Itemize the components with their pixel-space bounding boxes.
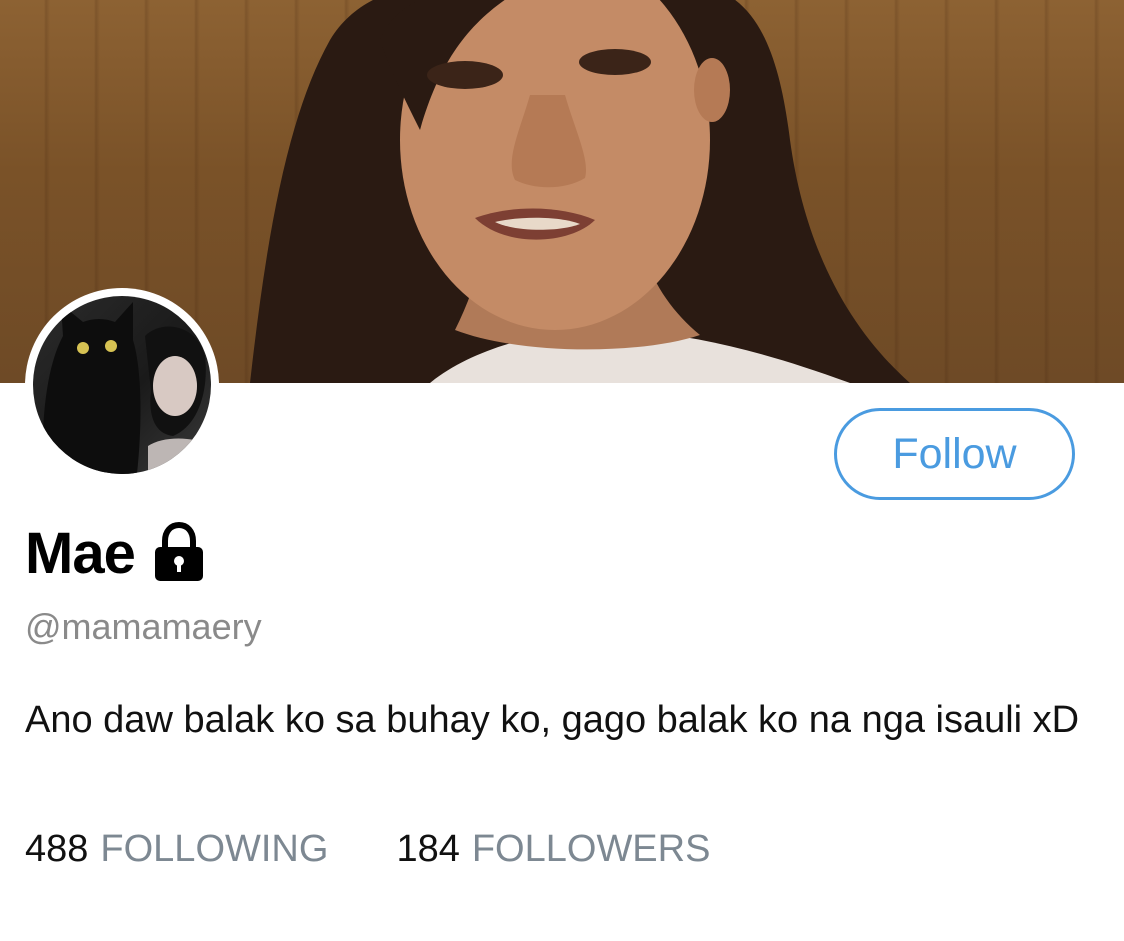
profile-avatar[interactable] xyxy=(25,288,219,482)
followers-stat[interactable]: 184 FOLLOWERS xyxy=(396,828,710,871)
lock-icon xyxy=(147,521,211,585)
profile-name-row: Mae xyxy=(25,518,211,588)
following-label: FOLLOWING xyxy=(100,828,329,870)
profile-stats: 488 FOLLOWING 184 FOLLOWERS xyxy=(25,828,710,871)
following-count: 488 xyxy=(25,828,89,870)
followers-label: FOLLOWERS xyxy=(471,828,711,870)
following-stat[interactable]: 488 FOLLOWING xyxy=(25,828,328,871)
display-name: Mae xyxy=(25,520,136,586)
profile-bio: Ano daw balak ko sa buhay ko, gago balak… xyxy=(25,699,1080,741)
follow-button[interactable]: Follow xyxy=(834,408,1075,500)
followers-count: 184 xyxy=(396,828,460,870)
avatar-photo xyxy=(33,296,211,474)
profile-handle: @mamamaery xyxy=(25,606,262,647)
